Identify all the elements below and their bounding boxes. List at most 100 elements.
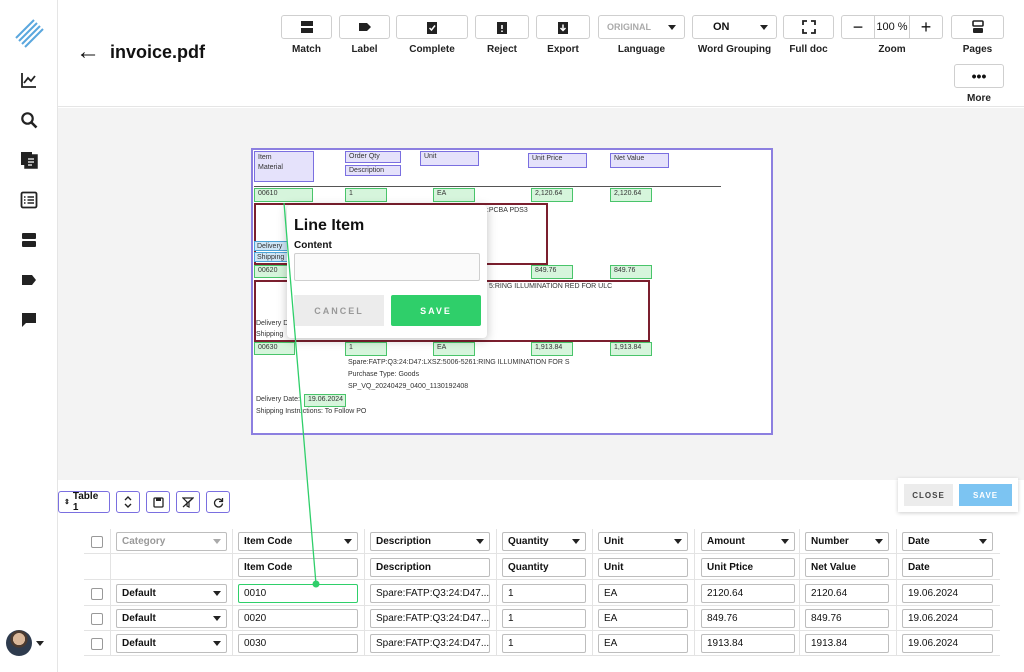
- pdf-row1-value[interactable]: 2,120.64: [610, 188, 652, 202]
- label-tag-icon[interactable]: [17, 268, 41, 292]
- pages-button[interactable]: [951, 15, 1004, 39]
- match-button[interactable]: [281, 15, 332, 39]
- pdf-delivery-date-value[interactable]: 19.06.2024: [304, 394, 346, 407]
- row-checkbox[interactable]: [91, 588, 103, 600]
- date-input[interactable]: 19.06.2024: [902, 634, 993, 653]
- row-checkbox[interactable]: [91, 613, 103, 625]
- category-select[interactable]: Default: [116, 634, 227, 653]
- cancel-button[interactable]: CANCEL: [294, 295, 384, 326]
- number-input[interactable]: 849.76: [805, 609, 889, 628]
- search-icon[interactable]: [17, 108, 41, 132]
- comment-icon[interactable]: [17, 308, 41, 332]
- pdf-row1-price[interactable]: 2,120.64: [531, 188, 573, 202]
- pdf-row3-unit[interactable]: EA: [433, 342, 475, 356]
- content-input[interactable]: [294, 253, 480, 281]
- row-checkbox[interactable]: [91, 638, 103, 650]
- quantity-input[interactable]: 1: [502, 634, 586, 653]
- pdf-header-unit[interactable]: Unit: [420, 151, 479, 166]
- pdf-row3-value[interactable]: 1,913.84: [610, 342, 652, 356]
- item-code-column-select[interactable]: Item Code: [238, 532, 358, 551]
- clear-filter-button[interactable]: [176, 491, 200, 513]
- date-column-select[interactable]: Date: [902, 532, 993, 551]
- amount-column-select[interactable]: Amount: [701, 532, 795, 551]
- zoom-value[interactable]: 100 %: [875, 15, 909, 39]
- close-button[interactable]: CLOSE: [904, 484, 954, 506]
- table-save-button[interactable]: [146, 491, 170, 513]
- net-value-header-input[interactable]: Net Value: [805, 558, 889, 577]
- pdf-row2-price[interactable]: 849.76: [531, 265, 573, 279]
- pdf-header-net-value[interactable]: Net Value: [610, 153, 669, 168]
- quantity-input[interactable]: 1: [502, 584, 586, 603]
- category-select[interactable]: Default: [116, 609, 227, 628]
- label-tool[interactable]: Label: [339, 15, 390, 55]
- more-tool[interactable]: ••• More: [954, 64, 1004, 104]
- export-tool[interactable]: Export: [536, 15, 590, 55]
- number-column-select[interactable]: Number: [805, 532, 889, 551]
- list-view-icon[interactable]: [17, 188, 41, 212]
- unit-column-select[interactable]: Unit: [598, 532, 688, 551]
- analytics-icon[interactable]: [17, 68, 41, 92]
- description-input[interactable]: Spare:FATP:Q3:24:D47...: [370, 634, 490, 653]
- table-layout-icon[interactable]: [17, 228, 41, 252]
- description-input[interactable]: Spare:FATP:Q3:24:D47...: [370, 609, 490, 628]
- select-all-checkbox[interactable]: [91, 536, 103, 548]
- expand-collapse-button[interactable]: [116, 491, 140, 513]
- unit-price-header-input[interactable]: Unit Ptice: [701, 558, 795, 577]
- pdf-row1-qty[interactable]: 1: [345, 188, 387, 202]
- quantity-column-select[interactable]: Quantity: [502, 532, 586, 551]
- table-select[interactable]: ⇕ Table 1: [58, 491, 110, 513]
- item-code-input[interactable]: 0020: [238, 609, 358, 628]
- zoom-in-button[interactable]: +: [909, 15, 943, 39]
- word-grouping-select[interactable]: ON: [692, 15, 777, 39]
- more-button[interactable]: •••: [954, 64, 1004, 88]
- category-column-select[interactable]: Category: [116, 532, 227, 551]
- pdf-row1-unit[interactable]: EA: [433, 188, 475, 202]
- language-tool[interactable]: ORIGINAL Language: [598, 15, 685, 55]
- pdf-row3-item[interactable]: 00630: [254, 342, 295, 355]
- pdf-header-item-material[interactable]: Item Material: [254, 151, 314, 182]
- complete-tool[interactable]: Complete: [396, 15, 468, 55]
- label-button[interactable]: [339, 15, 390, 39]
- document-canvas[interactable]: Item Material Order Qty Description Unit…: [58, 108, 1024, 480]
- date-header-input[interactable]: Date: [902, 558, 993, 577]
- pdf-row1-delivery[interactable]: Delivery: [254, 241, 290, 251]
- app-logo-icon[interactable]: [12, 16, 46, 50]
- amount-input[interactable]: 1913.84: [701, 634, 795, 653]
- full-doc-tool[interactable]: Full doc: [783, 15, 834, 55]
- documents-icon[interactable]: [17, 148, 41, 172]
- amount-input[interactable]: 2120.64: [701, 584, 795, 603]
- date-input[interactable]: 19.06.2024: [902, 584, 993, 603]
- language-select[interactable]: ORIGINAL: [598, 15, 685, 39]
- number-input[interactable]: 2120.64: [805, 584, 889, 603]
- unit-input[interactable]: EA: [598, 609, 688, 628]
- pdf-row3-price[interactable]: 1,913.84: [531, 342, 573, 356]
- item-code-header-input[interactable]: Item Code: [238, 558, 358, 577]
- reject-tool[interactable]: Reject: [475, 15, 529, 55]
- zoom-out-button[interactable]: −: [841, 15, 875, 39]
- word-grouping-tool[interactable]: ON Word Grouping: [692, 15, 777, 55]
- export-button[interactable]: [536, 15, 590, 39]
- number-input[interactable]: 1913.84: [805, 634, 889, 653]
- item-code-input[interactable]: 0010: [238, 584, 358, 603]
- complete-button[interactable]: [396, 15, 468, 39]
- item-code-input[interactable]: 0030: [238, 634, 358, 653]
- category-select[interactable]: Default: [116, 584, 227, 603]
- popup-save-button[interactable]: SAVE: [391, 295, 481, 326]
- back-arrow-icon[interactable]: ←: [76, 38, 100, 66]
- match-tool[interactable]: Match: [281, 15, 332, 55]
- quantity-header-input[interactable]: Quantity: [502, 558, 586, 577]
- pdf-header-order-qty[interactable]: Order Qty: [345, 151, 401, 163]
- pdf-header-unit-price[interactable]: Unit Price: [528, 153, 587, 168]
- user-menu[interactable]: [6, 630, 44, 656]
- pdf-header-description[interactable]: Description: [345, 165, 401, 176]
- refresh-button[interactable]: [206, 491, 230, 513]
- full-doc-button[interactable]: [783, 15, 834, 39]
- pdf-row3-qty[interactable]: 1: [345, 342, 387, 356]
- date-input[interactable]: 19.06.2024: [902, 609, 993, 628]
- pdf-row2-value[interactable]: 849.76: [610, 265, 652, 279]
- amount-input[interactable]: 849.76: [701, 609, 795, 628]
- pdf-row1-item[interactable]: 00610: [254, 188, 313, 202]
- description-column-select[interactable]: Description: [370, 532, 490, 551]
- pages-tool[interactable]: Pages: [951, 15, 1004, 55]
- description-header-input[interactable]: Description: [370, 558, 490, 577]
